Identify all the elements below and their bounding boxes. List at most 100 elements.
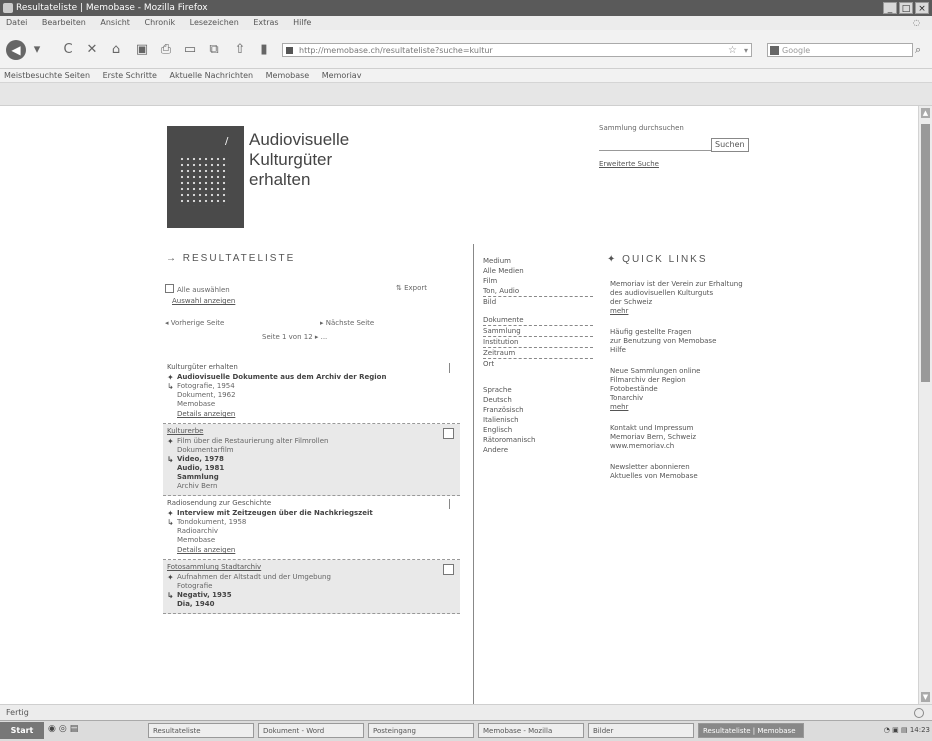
filter-item[interactable]: Andere — [483, 445, 593, 455]
menu-history[interactable]: Chronik — [144, 18, 175, 27]
upload-icon[interactable]: ⇧ — [232, 42, 248, 58]
site-logo[interactable]: / — [167, 126, 244, 228]
search-input[interactable]: Google — [767, 43, 913, 57]
quicklink-more-link[interactable]: mehr — [610, 403, 760, 412]
quicklaunch-icons[interactable]: ◉◎▤ — [48, 724, 81, 734]
taskbar-item[interactable]: Dokument - Word — [258, 723, 364, 738]
site-search-button[interactable]: Suchen — [711, 138, 749, 152]
entry-title[interactable]: Radiosendung zur Geschichte — [167, 499, 271, 507]
site-search: Sammlung durchsuchen Suchen Erweiterte S… — [599, 124, 759, 168]
entry-title[interactable]: Fotosammlung Stadtarchiv — [167, 563, 261, 571]
entry-details-link[interactable]: Details anzeigen — [167, 545, 456, 555]
print-icon[interactable]: ⎙ — [158, 42, 174, 58]
bookmark-item[interactable]: Meistbesuchte Seiten — [4, 71, 90, 80]
bookmark-item[interactable]: Erste Schritte — [103, 71, 157, 80]
menu-view[interactable]: Ansicht — [100, 18, 130, 27]
bookmark-page-icon[interactable]: ▣ — [134, 42, 150, 58]
entry-text: Dia, 1940 — [177, 600, 215, 608]
filter-heading: Medium — [483, 257, 511, 265]
maximize-button[interactable]: □ — [899, 2, 913, 14]
quicklink-more-link[interactable]: mehr — [610, 307, 760, 316]
entry-line: ✦ Film über die Restaurierung alter Filmr… — [167, 437, 456, 446]
menu-bookmarks[interactable]: Lesezeichen — [190, 18, 239, 27]
scroll-thumb[interactable] — [921, 124, 930, 382]
filter-item[interactable]: Französisch — [483, 405, 593, 415]
taskbar-item[interactable]: Bilder — [588, 723, 694, 738]
entry-line: Dia, 1940 — [167, 600, 456, 609]
filter-item[interactable]: Bild — [483, 297, 593, 307]
address-url: http://memobase.ch/resultateliste?suche=… — [299, 46, 493, 55]
quicklink-text[interactable]: Hilfe — [610, 346, 760, 355]
site-search-label: Sammlung durchsuchen — [599, 124, 684, 132]
search-icon[interactable]: ⌕ — [915, 43, 921, 57]
entry-title[interactable]: Kulturgüter erhalten — [167, 363, 238, 371]
vertical-scrollbar[interactable]: ▲ ▼ — [918, 106, 932, 704]
quicklink-text: Memoriav ist der Verein zur Erhaltung — [610, 280, 743, 288]
copy-icon[interactable]: ⧉ — [206, 42, 222, 58]
menu-help[interactable]: Hilfe — [293, 18, 311, 27]
entry-header: Kulturgüter erhalten — [167, 363, 456, 373]
pager[interactable]: Seite 1 von 12 ▸ ... — [262, 333, 327, 341]
filter-item[interactable]: Sammlung — [483, 326, 593, 337]
close-button[interactable]: × — [915, 2, 929, 14]
logo-mark: / — [225, 136, 229, 147]
address-bar[interactable]: http://memobase.ch/resultateliste?suche=… — [282, 43, 752, 57]
quicklink-text[interactable]: www.memoriav.ch — [610, 442, 760, 451]
filter-item[interactable]: Ton, Audio — [483, 286, 593, 297]
selection-link[interactable]: Auswahl anzeigen — [172, 297, 235, 305]
filter-item[interactable]: Alle Medien — [483, 266, 593, 276]
scroll-down-icon[interactable]: ▼ — [921, 692, 930, 702]
taskbar-item[interactable]: Memobase - Mozilla — [478, 723, 584, 738]
filter-item[interactable]: Deutsch — [483, 395, 593, 405]
select-all-checkbox[interactable]: Alle auswählen — [165, 284, 230, 294]
filter-item[interactable]: Zeitraum — [483, 348, 593, 359]
next-page-button[interactable]: ▸ Nächste Seite — [320, 319, 374, 327]
filter-item[interactable]: Ort — [483, 359, 593, 369]
newtab-icon[interactable]: ▭ — [182, 42, 198, 58]
scroll-up-icon[interactable]: ▲ — [921, 108, 930, 118]
filter-item[interactable]: Film — [483, 276, 593, 286]
stop-button[interactable]: ✕ — [84, 42, 100, 58]
window-title: Resultateliste | Memobase - Mozilla Fire… — [16, 3, 208, 13]
tray-icons[interactable]: ◔ ▣ ▤ — [884, 726, 910, 734]
search-engine-icon[interactable] — [770, 46, 779, 55]
bookmark-item[interactable]: Aktuelle Nachrichten — [169, 71, 253, 80]
quicklink-block: Neue Sammlungen online Filmarchiv der Re… — [610, 367, 760, 412]
addon-icon[interactable]: ▮ — [256, 42, 272, 58]
prev-page-button[interactable]: ◂ Vorherige Seite — [165, 319, 224, 327]
taskbar-item[interactable]: Resultateliste — [148, 723, 254, 738]
entry-details-link[interactable]: Details anzeigen — [167, 409, 456, 419]
entry-text: Dokumentarfilm — [177, 446, 234, 454]
history-dropdown-icon[interactable]: ▾ — [30, 42, 44, 58]
bookmark-item[interactable]: Memoriav — [322, 71, 362, 80]
reload-button[interactable]: C — [60, 42, 76, 58]
entry-title[interactable]: Kulturerbe — [167, 427, 203, 435]
list-item[interactable]: Kulturgüter erhalten ✦ Audiovisuelle Doku… — [163, 360, 460, 424]
taskbar-item-active[interactable]: Resultateliste | Memobase — [698, 723, 804, 738]
filter-item[interactable]: Englisch — [483, 425, 593, 435]
bookmark-item[interactable]: Memobase — [266, 71, 310, 80]
entry-text: Dokument, 1962 — [177, 391, 236, 399]
start-button[interactable]: Start — [0, 722, 44, 739]
filter-item[interactable]: Dokumente — [483, 315, 593, 326]
filter-item[interactable]: Rätoromanisch — [483, 435, 593, 445]
filter-item[interactable]: Institution — [483, 337, 593, 348]
menu-tools[interactable]: Extras — [253, 18, 278, 27]
home-button[interactable]: ⌂ — [108, 42, 124, 58]
back-button[interactable]: ◀ — [6, 40, 26, 60]
export-button[interactable]: ⇅ Export — [396, 284, 427, 292]
menu-file[interactable]: Datei — [6, 18, 27, 27]
list-item[interactable]: Kulturerbe ✦ Film über die Restaurierung … — [163, 424, 460, 496]
minimize-button[interactable]: _ — [883, 2, 897, 14]
menu-edit[interactable]: Bearbeiten — [42, 18, 86, 27]
quicklink-text[interactable]: Aktuelles von Memobase — [610, 472, 760, 481]
list-item[interactable]: Radiosendung zur Geschichte ✦ Interview m… — [163, 496, 460, 560]
taskbar-item[interactable]: Posteingang — [368, 723, 474, 738]
advanced-search-link[interactable]: Erweiterte Suche — [599, 160, 759, 168]
site-search-input[interactable] — [599, 138, 711, 151]
status-text: Fertig — [6, 708, 29, 717]
list-item[interactable]: Fotosammlung Stadtarchiv ✦ Aufnahmen der … — [163, 560, 460, 614]
filter-item[interactable]: Italienisch — [483, 415, 593, 425]
chevron-down-icon[interactable]: ▾ — [744, 44, 748, 56]
star-icon[interactable]: ☆ — [728, 44, 737, 56]
